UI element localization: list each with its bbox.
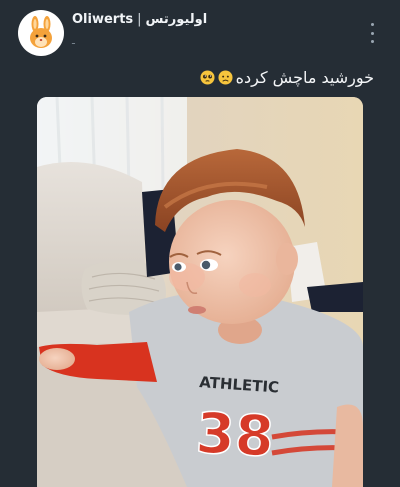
- channel-name-separator: |: [137, 12, 142, 27]
- post-caption: خورشید ماچش کرده: [200, 68, 374, 87]
- dot: [370, 23, 374, 26]
- dot: [370, 31, 374, 35]
- caption-text: خورشید ماچش کرده: [235, 68, 374, 87]
- post-card: Oliwerts | اولیورتس ـ خورشید ماچش کرده A…: [0, 0, 400, 487]
- more-options-icon[interactable]: [366, 23, 378, 43]
- dot: [370, 40, 374, 43]
- shirt-number: 38: [194, 401, 275, 470]
- channel-name-persian: اولیورتس: [145, 12, 208, 27]
- baby-photo-illustration: ATHLETIC 38: [37, 97, 363, 487]
- channel-subline: ـ: [72, 36, 75, 47]
- worried-face-icon: [218, 70, 233, 85]
- channel-name-latin: Oliwerts: [72, 12, 134, 27]
- pleading-face-icon: [200, 70, 215, 85]
- channel-avatar[interactable]: [18, 10, 64, 56]
- post-photo[interactable]: ATHLETIC 38: [37, 97, 363, 487]
- rabbit-icon: [30, 16, 52, 48]
- channel-title[interactable]: Oliwerts | اولیورتس: [72, 12, 207, 27]
